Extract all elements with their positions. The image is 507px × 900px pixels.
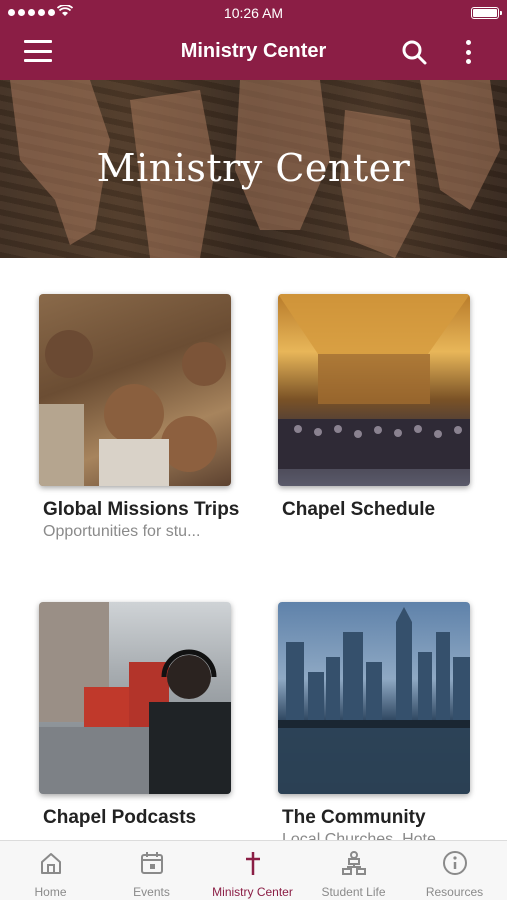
status-bar: 10:26 AM — [0, 0, 507, 26]
hero-banner: Ministry Center — [0, 80, 507, 258]
children-photo — [39, 294, 231, 486]
card-title: Global Missions Trips — [43, 499, 240, 520]
tab-home[interactable]: Home — [0, 841, 101, 900]
podcast-photo — [39, 602, 231, 794]
children-art — [39, 330, 226, 486]
nav-bar: Ministry Center — [0, 26, 507, 80]
tab-label: Events — [133, 885, 170, 899]
app-header: 10:26 AM Ministry Center — [0, 0, 507, 80]
card-title: Chapel Schedule — [282, 499, 436, 520]
status-time: 10:26 AM — [223, 5, 284, 21]
tab-events[interactable]: Events — [101, 841, 202, 900]
city-skyline-photo — [278, 602, 470, 794]
search-icon[interactable] — [400, 38, 428, 66]
card-title: The Community — [282, 807, 426, 828]
hero-title: Ministry Center — [96, 146, 411, 190]
cross-icon — [246, 852, 260, 875]
page-title: Ministry Center — [180, 40, 327, 62]
home-icon — [41, 853, 61, 874]
calendar-icon — [141, 852, 163, 874]
bottom-tab-bar: Home Events Ministry Center Student Life — [0, 840, 507, 900]
more-options-button[interactable] — [458, 38, 478, 66]
org-chart-icon — [342, 851, 366, 875]
card-global-missions[interactable]: Global Missions Trips Opportunities for … — [39, 294, 259, 543]
menu-button[interactable] — [24, 40, 52, 62]
card-the-community[interactable]: The Community Local Churches, Hote — [278, 602, 498, 851]
chapel-photo — [278, 294, 470, 486]
tab-resources[interactable]: Resources — [404, 841, 505, 900]
chapel-art — [278, 294, 470, 469]
card-chapel-schedule[interactable]: Chapel Schedule — [278, 294, 498, 521]
tab-label: Student Life — [321, 885, 386, 899]
tab-label: Home — [34, 885, 67, 899]
card-chapel-podcasts[interactable]: Chapel Podcasts — [39, 602, 259, 829]
tab-label: Resources — [425, 885, 484, 899]
tab-label: Ministry Center — [212, 885, 293, 899]
card-subtitle: Opportunities for stu... — [43, 523, 201, 540]
tab-student-life[interactable]: Student Life — [303, 841, 404, 900]
city-art — [278, 607, 470, 794]
info-icon — [443, 851, 467, 875]
card-title: Chapel Podcasts — [43, 807, 197, 828]
podcast-art — [39, 602, 231, 794]
battery-icon — [471, 7, 502, 19]
tab-ministry-center[interactable]: Ministry Center — [202, 841, 303, 900]
